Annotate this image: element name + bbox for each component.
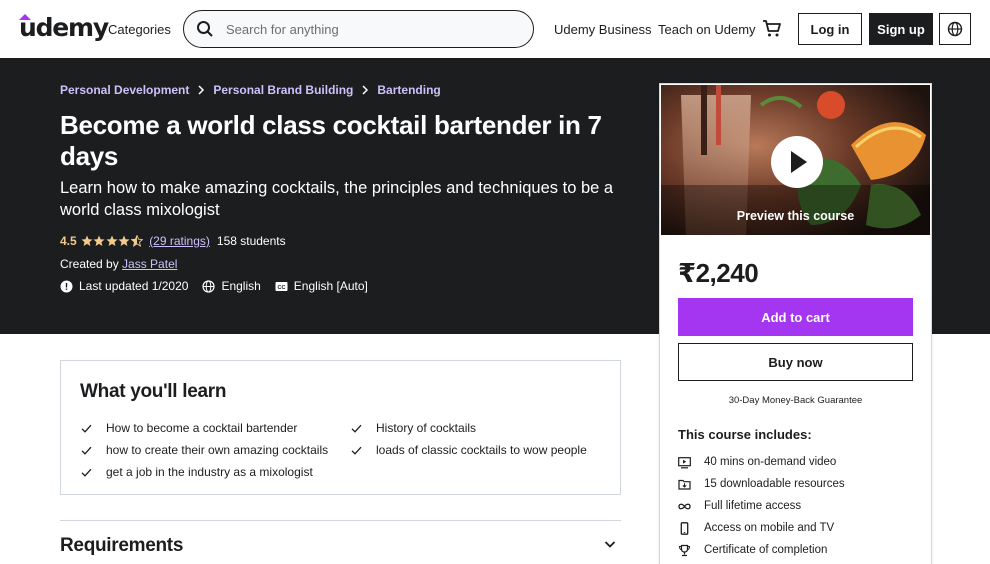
- alert-badge-icon: [60, 280, 73, 292]
- chevron-down-icon[interactable]: [604, 539, 616, 549]
- list-item: how to create their own amazing cocktail…: [81, 439, 328, 461]
- rating-row: 4.5 (29 ratings) 158 students: [60, 234, 286, 248]
- chevron-right-icon: [362, 85, 369, 95]
- list-item: How to become a cocktail bartender: [81, 417, 328, 439]
- chevron-right-icon: [198, 85, 205, 95]
- breadcrumb: Personal Development Personal Brand Buil…: [60, 83, 441, 97]
- buy-now-button[interactable]: Buy now: [678, 343, 913, 381]
- course-title: Become a world class cocktail bartender …: [60, 110, 602, 171]
- list-item: 40 mins on-demand video: [678, 451, 845, 473]
- includes-list: 40 mins on-demand video 15 downloadable …: [678, 451, 845, 561]
- categories-link[interactable]: Categories: [108, 22, 171, 37]
- purchase-card: Preview this course ₹2,240 Add to cart B…: [659, 83, 932, 564]
- section-divider: [60, 520, 621, 521]
- course-price: ₹2,240: [678, 258, 759, 288]
- checkmark-icon: [351, 446, 362, 455]
- list-item: Full lifetime access: [678, 495, 845, 517]
- trophy-icon: [678, 544, 691, 556]
- list-item: get a job in the industry as a mixologis…: [81, 461, 328, 483]
- students-count: 158 students: [216, 234, 286, 248]
- learn-item-text: History of cocktails: [376, 421, 477, 435]
- globe-icon: [202, 279, 216, 293]
- list-item: 15 downloadable resources: [678, 473, 845, 495]
- download-file-icon: [678, 479, 691, 490]
- breadcrumb-item-personal-development[interactable]: Personal Development: [60, 83, 189, 97]
- checkmark-icon: [81, 424, 92, 433]
- udemy-logo[interactable]: udemy: [19, 13, 109, 42]
- course-preview-video[interactable]: Preview this course: [660, 84, 931, 236]
- shopping-cart-icon[interactable]: [762, 18, 782, 38]
- breadcrumb-item-bartending[interactable]: Bartending: [377, 83, 440, 97]
- mobile-icon: [680, 521, 689, 535]
- star-rating: [81, 235, 144, 247]
- rating-value: 4.5: [60, 234, 77, 248]
- learn-list-left: How to become a cocktail bartender how t…: [81, 417, 328, 483]
- infinity-icon: [678, 503, 691, 509]
- half-star-icon: [130, 235, 143, 247]
- captions: CC English [Auto]: [275, 279, 368, 293]
- learn-item-text: get a job in the industry as a mixologis…: [106, 465, 313, 479]
- closed-captions-icon: CC: [275, 281, 288, 291]
- last-updated-text: Last updated 1/2020: [79, 279, 189, 293]
- last-updated: Last updated 1/2020: [60, 279, 188, 293]
- language: English: [202, 279, 261, 293]
- checkmark-icon: [81, 468, 92, 477]
- language-button[interactable]: [939, 13, 971, 45]
- list-item: Certificate of completion: [678, 539, 845, 561]
- preview-label: Preview this course: [736, 209, 855, 223]
- star-icon: [118, 235, 130, 246]
- signup-button[interactable]: Sign up: [869, 13, 933, 45]
- learn-list-right: History of cocktails loads of classic co…: [351, 417, 587, 461]
- breadcrumb-item-personal-brand-building[interactable]: Personal Brand Building: [213, 83, 353, 97]
- svg-text:CC: CC: [277, 285, 285, 291]
- star-icon: [81, 235, 93, 246]
- star-icon: [93, 235, 105, 246]
- logo-hat-icon: [19, 14, 31, 20]
- login-button[interactable]: Log in: [798, 13, 862, 45]
- star-icon: [106, 235, 118, 246]
- top-navigation: udemy Categories Udemy Business Teach on…: [0, 0, 990, 58]
- udemy-business-link[interactable]: Udemy Business: [554, 22, 652, 37]
- captions-text: English [Auto]: [293, 279, 368, 293]
- include-text: Certificate of completion: [704, 544, 828, 556]
- learn-item-text: loads of classic cocktails to wow people: [376, 443, 587, 457]
- globe-icon: [947, 21, 963, 37]
- include-text: Access on mobile and TV: [704, 522, 835, 534]
- include-text: 40 mins on-demand video: [704, 456, 837, 468]
- what-youll-learn-box: What you'll learn How to become a cockta…: [60, 360, 621, 495]
- list-item: loads of classic cocktails to wow people: [351, 439, 587, 461]
- include-text: Full lifetime access: [704, 500, 802, 512]
- teach-on-udemy-link[interactable]: Teach on Udemy: [658, 22, 756, 37]
- list-item: History of cocktails: [351, 417, 587, 439]
- search-icon[interactable]: [196, 20, 214, 38]
- ratings-count-link[interactable]: (29 ratings): [149, 234, 210, 248]
- search-input[interactable]: [226, 19, 516, 39]
- checkmark-icon: [81, 446, 92, 455]
- course-meta: Last updated 1/2020 English CC English […: [60, 279, 382, 293]
- includes-title: This course includes:: [678, 427, 812, 442]
- video-icon: [678, 456, 691, 468]
- learn-item-text: How to become a cocktail bartender: [106, 421, 298, 435]
- include-text: 15 downloadable resources: [704, 478, 845, 490]
- play-icon: [791, 151, 807, 173]
- course-subtitle: Learn how to make amazing cocktails, the…: [60, 179, 614, 219]
- learn-item-text: how to create their own amazing cocktail…: [106, 443, 329, 457]
- author-link[interactable]: Jass Patel: [122, 257, 177, 271]
- requirements-title[interactable]: Requirements: [60, 535, 183, 557]
- list-item: Access on mobile and TV: [678, 517, 845, 539]
- created-by-label: Created by: [60, 257, 119, 271]
- play-button[interactable]: [771, 136, 823, 188]
- add-to-cart-button[interactable]: Add to cart: [678, 298, 913, 336]
- section-title: What you'll learn: [80, 381, 227, 402]
- search-bar[interactable]: [183, 10, 534, 48]
- language-text: English: [221, 279, 261, 293]
- created-by: Created by Jass Patel: [60, 257, 177, 271]
- money-back-guarantee: 30-Day Money-Back Guarantee: [728, 395, 863, 406]
- checkmark-icon: [351, 424, 362, 433]
